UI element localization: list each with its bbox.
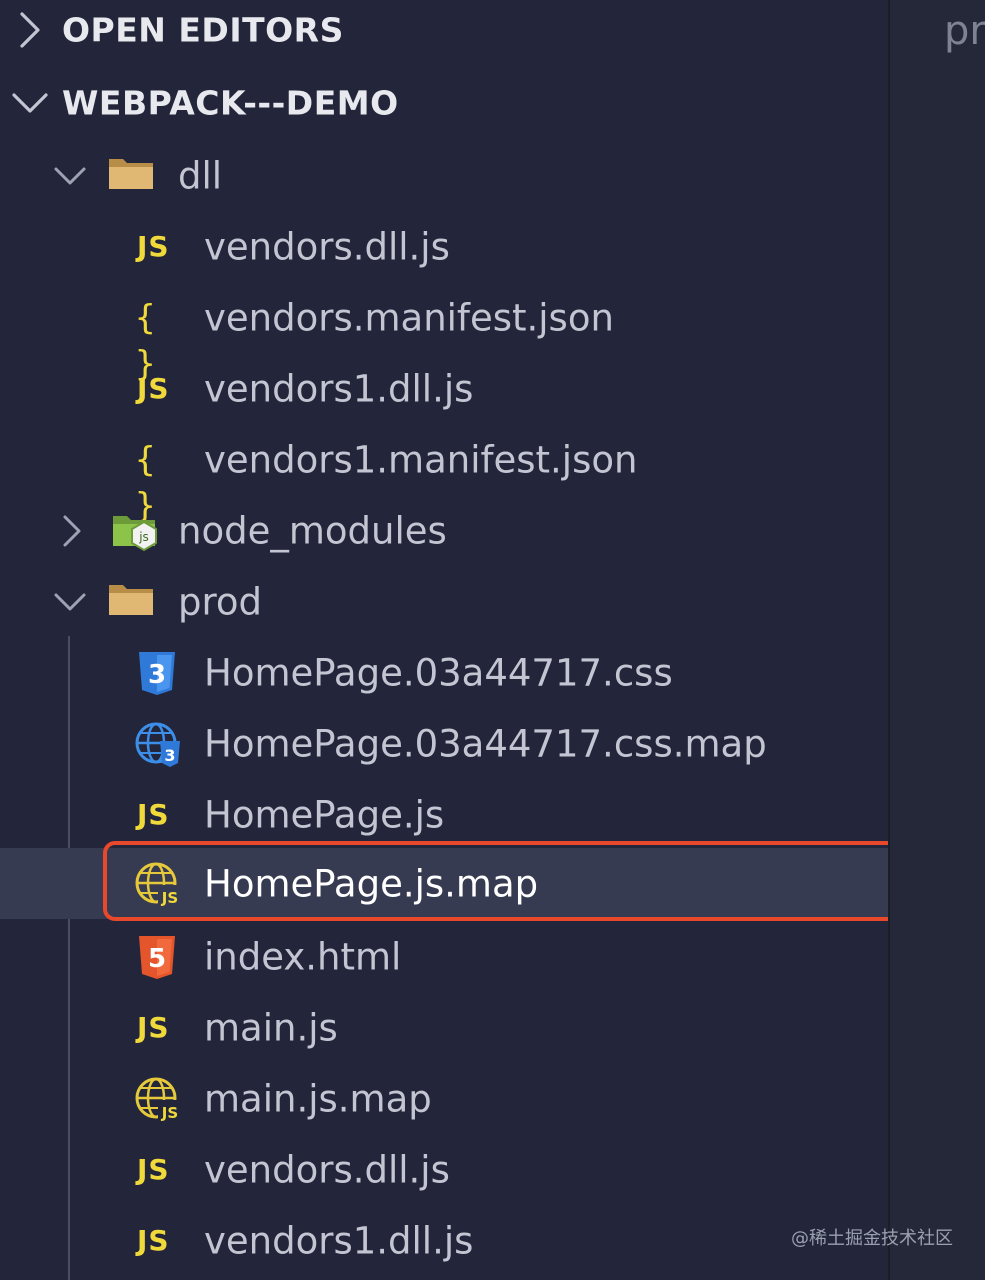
file-main-js[interactable]: JS main.js [0,992,888,1063]
css3-icon: 3 [135,650,185,696]
file-label: index.html [204,935,402,978]
json-icon: { } [135,439,156,526]
js-icon: JS [137,371,170,405]
folder-label: prod [178,580,263,623]
file-label: HomePage.js.map [204,862,539,905]
js-icon: JS [137,229,170,263]
file-label: main.js [204,1006,338,1049]
file-label: HomePage.03a44717.css [204,651,673,694]
js-icon: JS [137,1223,170,1257]
folder-open-icon [106,153,156,199]
file-homepage-js[interactable]: JS HomePage.js [0,779,888,850]
js-map-globe-icon: JS [134,861,184,907]
section-label: OPEN EDITORS [62,10,344,49]
css-map-globe-icon: 3 [134,721,184,767]
svg-text:3: 3 [164,746,175,765]
section-open-editors[interactable]: OPEN EDITORS [0,0,888,65]
js-map-globe-icon: JS [134,1076,184,1122]
file-homepage-js-map[interactable]: JS HomePage.js.map [0,848,888,919]
editor-tab-label[interactable]: pr [944,8,985,54]
explorer-panel: OPEN EDITORS WEBPACK---DEMO dll JS vendo… [0,0,915,1280]
file-label: vendors1.dll.js [204,1219,474,1262]
editor-area: pr [888,0,985,1280]
folder-label: dll [178,154,223,197]
file-main-js-map[interactable]: JS main.js.map [0,1063,888,1134]
watermark: @稀土掘金技术社区 [791,1228,953,1249]
section-project[interactable]: WEBPACK---DEMO [0,67,888,138]
file-vendors1-dll-js-prod[interactable]: JS vendors1.dll.js [0,1205,888,1276]
folder-open-icon [106,579,156,625]
folder-label: node_modules [178,509,447,552]
js-icon: JS [137,1010,170,1044]
svg-text:JS: JS [161,1104,178,1122]
file-label: vendors1.manifest.json [204,438,638,481]
section-label: WEBPACK---DEMO [62,83,399,122]
chevron-down-icon[interactable] [10,67,50,138]
chevron-down-icon[interactable] [52,140,92,211]
chevron-right-icon[interactable] [60,495,100,566]
html5-icon: 5 [135,934,185,980]
chevron-right-icon[interactable] [16,0,56,65]
file-vendors1-dll-js[interactable]: JS vendors1.dll.js [0,353,888,424]
svg-text:5: 5 [148,944,166,974]
file-label: vendors.manifest.json [204,296,614,339]
file-label: vendors.dll.js [204,1148,450,1191]
js-icon: JS [137,797,170,831]
file-label: vendors.dll.js [204,225,450,268]
file-homepage-css[interactable]: 3 HomePage.03a44717.css [0,637,888,708]
svg-text:JS: JS [161,889,178,907]
file-vendors-dll-js[interactable]: JS vendors.dll.js [0,211,888,282]
folder-prod[interactable]: prod [0,566,888,637]
js-icon: JS [137,1152,170,1186]
file-index-html[interactable]: 5 index.html [0,921,888,992]
svg-text:3: 3 [148,660,166,690]
folder-node-modules[interactable]: js node_modules [0,495,888,566]
file-label: main.js.map [204,1077,432,1120]
json-icon: { } [135,297,156,384]
file-vendors-dll-js-prod[interactable]: JS vendors.dll.js [0,1134,888,1205]
folder-dll[interactable]: dll [0,140,888,211]
file-vendors-manifest-json[interactable]: { } vendors.manifest.json [0,282,888,384]
file-vendors1-manifest-json[interactable]: { } vendors1.manifest.json [0,424,888,526]
chevron-down-icon[interactable] [52,566,92,637]
svg-text:js: js [138,530,149,544]
file-label: vendors1.dll.js [204,367,474,410]
file-label: HomePage.03a44717.css.map [204,722,767,765]
file-label: HomePage.js [204,793,445,836]
file-homepage-css-map[interactable]: 3 HomePage.03a44717.css.map [0,708,888,779]
nodejs-folder-icon: js [110,508,160,554]
vscode-window: OPEN EDITORS WEBPACK---DEMO dll JS vendo… [0,0,985,1280]
